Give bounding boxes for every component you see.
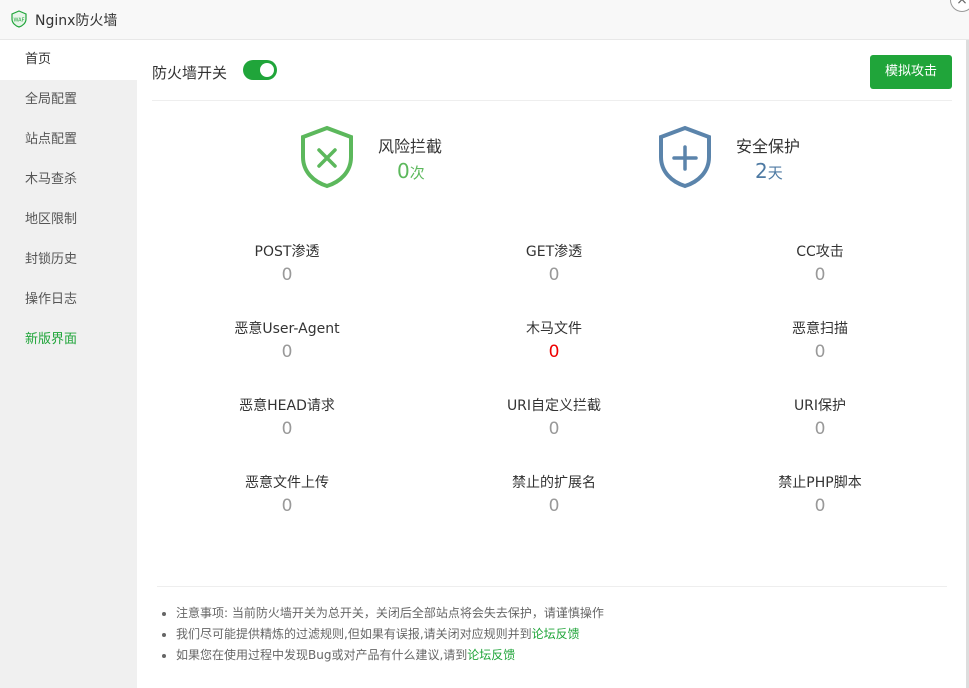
stat-label: POST渗透 — [254, 244, 320, 260]
stat-cc-attack: CC攻击 0 — [720, 241, 920, 285]
toggle-knob — [260, 63, 274, 77]
stat-trojan-files: 木马文件 0 — [454, 318, 654, 362]
note-item: 如果您在使用过程中发现Bug或对产品有什么建议,请到论坛反馈 — [160, 645, 950, 666]
stat-value: 0 — [814, 342, 826, 362]
shield-plus-icon — [659, 125, 711, 189]
stat-label: 恶意HEAD请求 — [239, 398, 335, 414]
stat-uri-protection: URI保护 0 — [720, 395, 920, 439]
close-button[interactable]: × — [950, 0, 969, 12]
note-text: 我们尽可能提供精炼的过滤规则,但如果有误报,请关闭对应规则并到 — [176, 627, 532, 641]
forum-feedback-link[interactable]: 论坛反馈 — [532, 627, 580, 641]
safe-protection-unit: 天 — [767, 164, 783, 182]
stat-label: CC攻击 — [796, 244, 844, 260]
stat-label: URI保护 — [793, 398, 847, 414]
main-panel: 防火墙开关 模拟攻击 风险拦截 0次 安全保护 2天 POST渗透 0 GET渗… — [137, 40, 969, 688]
stat-label: 恶意文件上传 — [245, 475, 329, 491]
close-icon: × — [956, 0, 968, 8]
stat-value: 0 — [548, 342, 560, 362]
stat-label: GET渗透 — [525, 244, 583, 260]
app-window: WAF Nginx防火墙 × 首页 全局配置 站点配置 木马查杀 地区限制 封锁… — [0, 0, 969, 688]
stat-value: 0 — [814, 419, 826, 439]
stat-malicious-user-agent: 恶意User-Agent 0 — [187, 318, 387, 362]
sidebar-item-trojan-scan[interactable]: 木马查杀 — [0, 160, 137, 200]
safe-protection-days: 2天 — [755, 159, 783, 183]
stat-value: 0 — [548, 496, 560, 516]
note-text: 注意事项: 当前防火墙开关为总开关，关闭后全部站点将会失去保护，请谨慎操作 — [176, 606, 604, 620]
firewall-toggle[interactable] — [243, 60, 277, 80]
sidebar-item-region-limit[interactable]: 地区限制 — [0, 200, 137, 240]
stat-value: 0 — [281, 265, 293, 285]
sidebar-item-operation-log[interactable]: 操作日志 — [0, 280, 137, 320]
note-text: 如果您在使用过程中发现Bug或对产品有什么建议,请到 — [176, 648, 468, 662]
note-item: 我们尽可能提供精炼的过滤规则,但如果有误报,请关闭对应规则并到论坛反馈 — [160, 624, 950, 645]
sidebar-item-new-ui[interactable]: 新版界面 — [0, 320, 137, 360]
forum-feedback-link[interactable]: 论坛反馈 — [467, 648, 515, 662]
risk-intercept-value: 0 — [397, 159, 410, 183]
sidebar-item-global-config[interactable]: 全局配置 — [0, 80, 137, 120]
sidebar-item-home[interactable]: 首页 — [0, 40, 137, 80]
stat-value: 0 — [814, 496, 826, 516]
risk-intercept-unit: 次 — [409, 164, 425, 182]
stat-value: 0 — [281, 342, 293, 362]
safe-protection-label: 安全保护 — [736, 137, 801, 156]
notes-list: 注意事项: 当前防火墙开关为总开关，关闭后全部站点将会失去保护，请谨慎操作 我们… — [160, 603, 950, 666]
simulate-attack-button[interactable]: 模拟攻击 — [870, 55, 952, 89]
stat-forbidden-extensions: 禁止的扩展名 0 — [454, 472, 654, 516]
stat-malicious-scan: 恶意扫描 0 — [720, 318, 920, 362]
sidebar: 首页 全局配置 站点配置 木马查杀 地区限制 封锁历史 操作日志 新版界面 — [0, 40, 137, 688]
stat-malicious-head: 恶意HEAD请求 0 — [187, 395, 387, 439]
divider — [157, 586, 947, 587]
stat-post-penetration: POST渗透 0 — [187, 241, 387, 285]
stat-malicious-upload: 恶意文件上传 0 — [187, 472, 387, 516]
firewall-switch-label: 防火墙开关 — [152, 64, 228, 82]
window-title: Nginx防火墙 — [35, 13, 118, 29]
stat-value: 0 — [548, 419, 560, 439]
stat-value: 0 — [281, 496, 293, 516]
stat-value: 0 — [281, 419, 293, 439]
risk-intercept-count: 0次 — [397, 159, 425, 183]
sidebar-item-site-config[interactable]: 站点配置 — [0, 120, 137, 160]
note-item: 注意事项: 当前防火墙开关为总开关，关闭后全部站点将会失去保护，请谨慎操作 — [160, 603, 950, 624]
stat-uri-custom-intercept: URI自定义拦截 0 — [454, 395, 654, 439]
stat-label: 禁止PHP脚本 — [778, 475, 862, 491]
stat-label: 禁止的扩展名 — [512, 475, 596, 491]
stat-value: 0 — [814, 265, 826, 285]
stat-value: 0 — [548, 265, 560, 285]
stat-label: 恶意User-Agent — [234, 321, 340, 337]
title-bar: WAF Nginx防火墙 × — [0, 0, 969, 40]
stat-label: 木马文件 — [526, 321, 582, 337]
divider — [152, 100, 952, 101]
svg-text:WAF: WAF — [14, 18, 25, 24]
stat-label: URI自定义拦截 — [506, 398, 602, 414]
waf-logo-icon: WAF — [11, 10, 27, 28]
stat-forbid-php: 禁止PHP脚本 0 — [720, 472, 920, 516]
stat-label: 恶意扫描 — [792, 321, 848, 337]
stat-get-penetration: GET渗透 0 — [454, 241, 654, 285]
sidebar-item-block-history[interactable]: 封锁历史 — [0, 240, 137, 280]
shield-x-icon — [301, 125, 353, 189]
risk-intercept-label: 风险拦截 — [378, 137, 443, 156]
safe-protection-value: 2 — [755, 159, 768, 183]
